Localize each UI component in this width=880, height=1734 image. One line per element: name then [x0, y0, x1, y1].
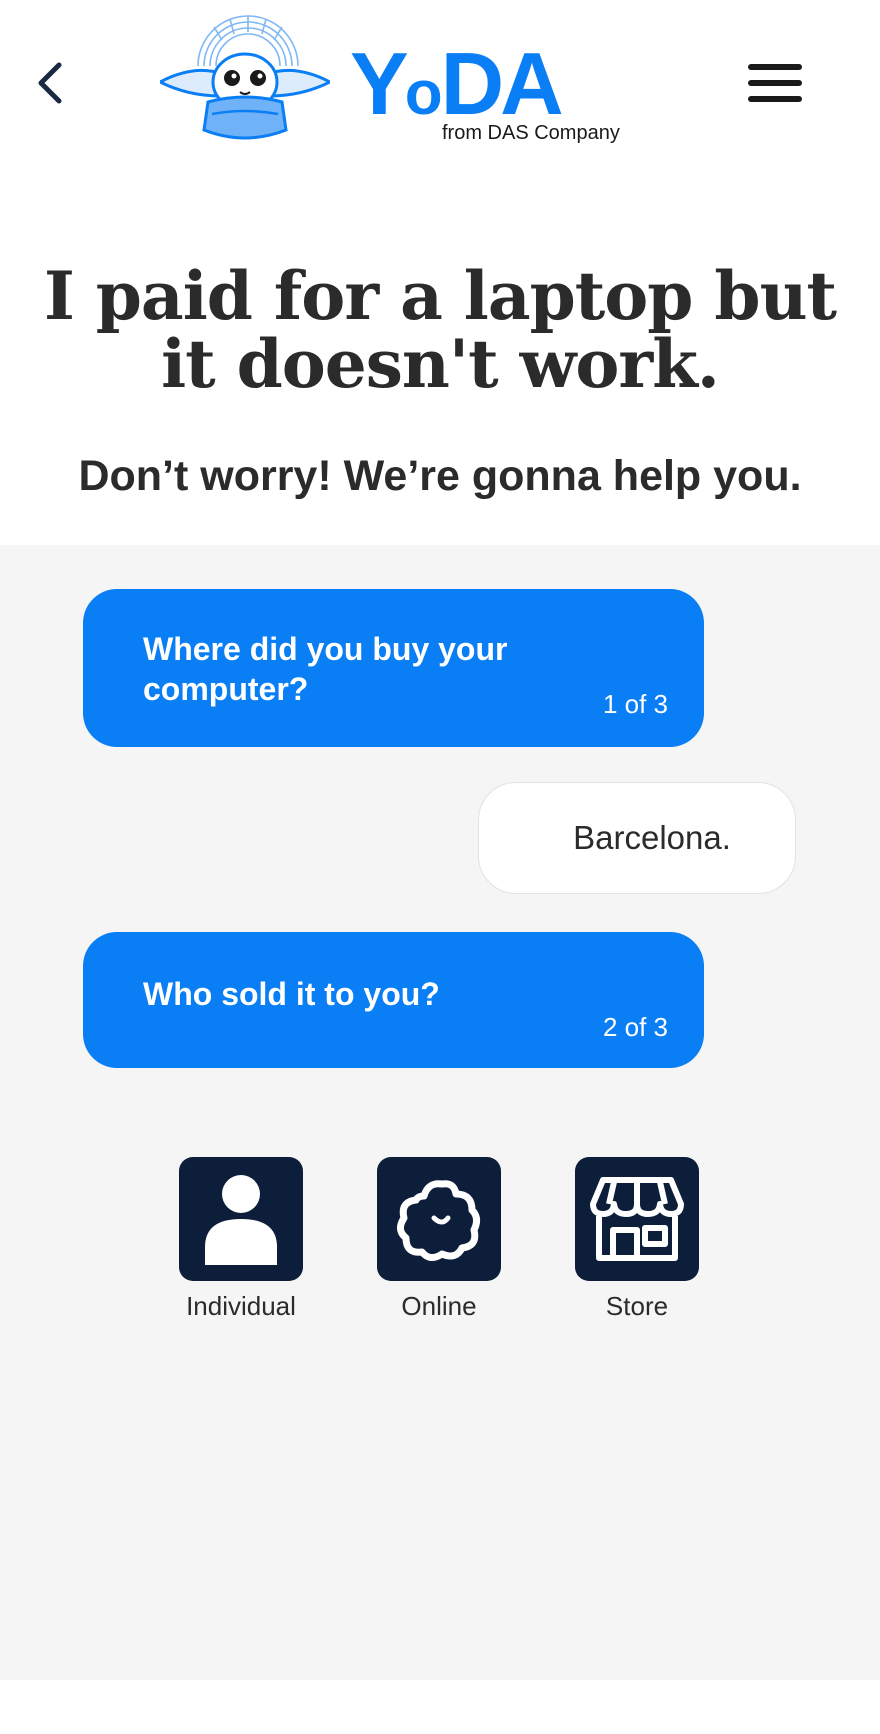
option-tile[interactable]: [377, 1157, 501, 1281]
answer-text: Barcelona.: [573, 819, 731, 856]
question-text: Who sold it to you?: [143, 976, 440, 1012]
storefront-icon: [590, 1177, 684, 1261]
question-bubble-1: Where did you buy your computer? 1 of 3: [83, 589, 704, 747]
question-bubble-2: Who sold it to you? 2 of 3: [83, 932, 704, 1068]
question-counter: 1 of 3: [602, 689, 668, 719]
page-subtitle: Don’t worry! We’re gonna help you.: [78, 452, 802, 500]
answer-options: Individual Online Store: [0, 1157, 880, 1337]
app-header: YoDA from DAS Company: [0, 0, 880, 170]
yoda-logo[interactable]: YoDA from DAS Company: [160, 12, 630, 152]
cloud-icon: [397, 1180, 481, 1261]
hamburger-bar: [748, 80, 802, 86]
page-title: I paid for a laptop but it doesn't work.: [43, 257, 837, 403]
option-label: Individual: [186, 1291, 296, 1321]
chat-panel: Where did you buy your computer? 1 of 3 …: [0, 545, 880, 1680]
answer-bubble: Barcelona.: [478, 782, 796, 894]
person-icon: [205, 1175, 277, 1265]
option-individual[interactable]: Individual: [178, 1157, 304, 1322]
hamburger-menu-icon: [748, 64, 802, 70]
question-counter: 2 of 3: [602, 1012, 668, 1042]
back-button[interactable]: [28, 55, 72, 111]
logo-wordmark: YoDA: [350, 34, 564, 133]
option-online[interactable]: Online: [376, 1157, 502, 1322]
question-text: Where did you buy your computer?: [143, 631, 508, 707]
option-store[interactable]: Store: [574, 1157, 700, 1322]
hamburger-bar: [748, 96, 802, 102]
option-label: Online: [401, 1291, 477, 1321]
menu-button[interactable]: [740, 58, 810, 108]
option-tile[interactable]: [179, 1157, 303, 1281]
mascot-logo-icon: [160, 15, 330, 140]
logo-tagline: from DAS Company: [442, 122, 620, 144]
option-label: Store: [605, 1291, 669, 1321]
chevron-left-icon: [38, 62, 62, 104]
option-tile[interactable]: [575, 1157, 699, 1281]
